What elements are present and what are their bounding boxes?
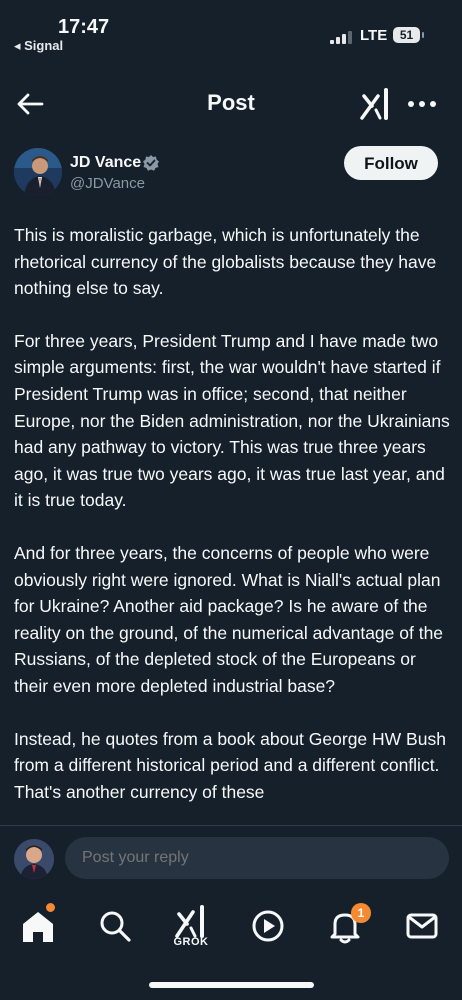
status-time: 17:47	[58, 16, 110, 38]
more-options-icon[interactable]	[406, 92, 438, 116]
grok-icon[interactable]	[358, 86, 394, 122]
post-paragraph: For three years, President Trump and I h…	[14, 330, 450, 511]
reply-user-avatar	[14, 839, 54, 879]
top-nav: Post	[0, 80, 462, 126]
messages-mail-icon[interactable]	[402, 906, 442, 946]
post-body: This is moralistic garbage, which is unf…	[14, 222, 454, 825]
post-paragraph: And for three years, the concerns of peo…	[14, 542, 444, 696]
bottom-nav: GROK 1	[0, 898, 462, 968]
notification-count-badge: 1	[351, 903, 371, 923]
follow-button[interactable]: Follow	[344, 146, 438, 180]
home-notification-dot	[46, 903, 55, 912]
post-paragraph: Instead, he quotes from a book about Geo…	[14, 728, 446, 802]
author-name[interactable]: JD Vance	[70, 154, 141, 172]
home-icon[interactable]	[18, 906, 58, 946]
cellular-signal-icon	[330, 30, 352, 44]
author-handle[interactable]: @JDVance	[70, 175, 145, 192]
search-icon[interactable]	[95, 906, 135, 946]
home-indicator[interactable]	[149, 982, 314, 988]
battery-icon: 51	[393, 27, 424, 43]
network-type: LTE	[360, 27, 388, 44]
divider	[0, 825, 462, 826]
grok-tab-label[interactable]: GROK	[168, 936, 214, 948]
video-play-icon[interactable]	[248, 906, 288, 946]
post-author: JD Vance @JDVance Follow	[0, 146, 462, 202]
status-bar: 17:47 ◂ Signal LTE 51	[0, 0, 462, 60]
reply-input[interactable]	[65, 837, 449, 879]
back-to-app-link[interactable]: ◂ Signal	[14, 38, 63, 54]
verified-badge-icon	[143, 155, 159, 171]
post-paragraph: This is moralistic garbage, which is unf…	[14, 225, 437, 299]
author-avatar[interactable]	[14, 148, 62, 196]
